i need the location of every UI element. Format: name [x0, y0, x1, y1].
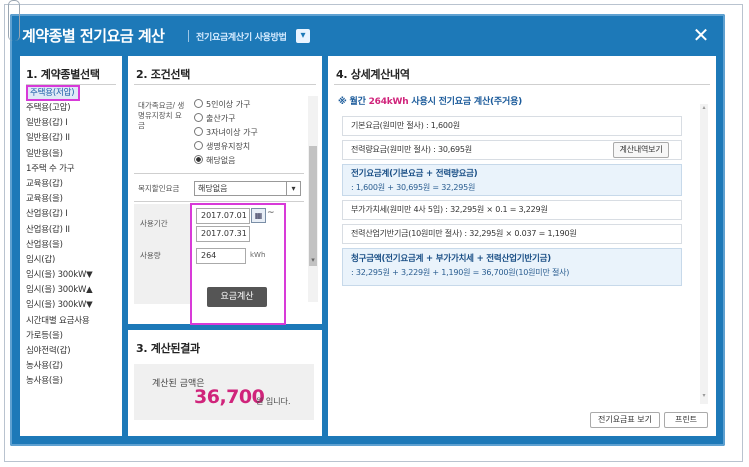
result-suffix: 원 입니다.	[256, 397, 291, 406]
radio-selected-icon	[194, 155, 203, 164]
title-bar: 계약종별 전기요금 계산 전기요금계산기 사용방법 ▾ ✕	[10, 14, 725, 56]
radio-icon	[194, 127, 203, 136]
contract-item[interactable]: 산업용(갑) I	[26, 207, 92, 222]
contract-item[interactable]: 교육용(을)	[26, 192, 92, 207]
divider	[334, 84, 710, 85]
contract-item[interactable]: 일반용(을)	[26, 147, 92, 162]
contract-item[interactable]: 주택용(저압)	[26, 85, 80, 101]
contract-item[interactable]: 일반용(갑) II	[26, 131, 92, 146]
period-label: 사용기간	[140, 219, 168, 228]
subtotal-row: 전기요금계(기본요금 + 전력량요금) : 1,600원 + 30,695원 =…	[342, 164, 682, 196]
calculator-window: 계약종별 전기요금 계산 전기요금계산기 사용방법 ▾ ✕ 1. 계약종별선택 …	[10, 14, 725, 446]
detail-panel: 4. 상세계산내역 ※ 월간 264kWh 사용시 전기요금 계산(주거용) 기…	[328, 56, 716, 436]
radio-3-children[interactable]: 3자녀이상 가구	[194, 127, 258, 138]
bill-value: : 32,295원 + 3,229원 + 1,190원 = 36,700원(10…	[351, 268, 570, 277]
summary-rest: 사용시 전기요금 계산(주거용)	[408, 97, 523, 107]
help-link[interactable]: 전기요금계산기 사용방법	[196, 30, 287, 43]
fund-row: 전력산업기반기금(10원미만 절사) : 32,295원 × 0.037 = 1…	[342, 224, 682, 244]
detail-scrollbar[interactable]	[700, 104, 708, 404]
energy-fee-row: 전력량요금(원미만 절사) : 30,695원 계산내역보기	[342, 140, 682, 160]
welfare-label: 복지할인요금	[138, 184, 180, 193]
contract-item[interactable]: 임시(을) 300kW▼	[26, 268, 93, 283]
scroll-up-icon[interactable]: ▴	[700, 104, 708, 111]
radio-birth[interactable]: 출산가구	[194, 113, 235, 124]
view-calc-button[interactable]: 계산내역보기	[613, 142, 669, 158]
bill-row: 청구금액(전기요금계 + 부가가치세 + 전력산업기반기금) : 32,295원…	[342, 248, 682, 286]
radio-icon	[194, 113, 203, 122]
basic-fee-text: 기본요금(원미만 절사) : 1,600원	[351, 121, 460, 130]
radio-label: 생명유지장치	[206, 142, 251, 151]
contract-item[interactable]: 농사용(갑)	[26, 359, 92, 374]
contract-item[interactable]: 산업용(갑) II	[26, 223, 92, 238]
summary-prefix: ※ 월간	[338, 97, 369, 107]
contract-item[interactable]: 임시(갑)	[26, 253, 92, 268]
print-button[interactable]: 프린트	[664, 412, 708, 428]
radio-life-support[interactable]: 생명유지장치	[194, 141, 250, 152]
chevron-down-icon[interactable]: ▾	[296, 29, 310, 43]
summary-kwh: 264kWh	[368, 97, 409, 107]
divider	[134, 84, 316, 85]
contract-item[interactable]: 심야전력(갑)	[26, 344, 92, 359]
contract-item[interactable]: 임시(을) 300kW▲	[26, 283, 93, 298]
contract-panel: 1. 계약종별선택 주택용(저압) 주택용(고압) 일반용(갑) I 일반용(갑…	[20, 56, 122, 436]
radio-label: 3자녀이상 가구	[206, 128, 258, 137]
window-title: 계약종별 전기요금 계산	[22, 27, 165, 45]
result-panel: 3. 계산된결과 계산된 금액은 36,700 원 입니다.	[128, 330, 322, 436]
title-separator	[188, 30, 189, 42]
detail-heading: 4. 상세계산내역	[336, 68, 410, 81]
contract-item[interactable]: 교육용(갑)	[26, 177, 92, 192]
input-highlight-box	[190, 203, 286, 325]
result-amount: 36,700	[194, 386, 265, 408]
result-heading: 3. 계산된결과	[136, 342, 200, 355]
contract-item[interactable]: 농사용(을)	[26, 374, 92, 389]
discount-label: 대가족요금/ 생명유지장치 요금	[138, 101, 185, 130]
conditions-panel: 2. 조건선택 대가족요금/ 생명유지장치 요금 5인이상 가구 출산가구 3자…	[128, 56, 322, 325]
contract-item[interactable]: 시간대별 요금사용	[26, 314, 92, 329]
contract-item[interactable]: 가로등(을)	[26, 329, 92, 344]
close-icon[interactable]: ✕	[689, 24, 713, 48]
detail-summary: ※ 월간 264kWh 사용시 전기요금 계산(주거용)	[338, 94, 522, 107]
vat-text: 부가가치세(원미만 4사 5입) : 32,295원 × 0.1 = 3,229…	[351, 205, 548, 214]
radio-icon	[194, 99, 203, 108]
bill-title: 청구금액(전기요금계 + 부가가치세 + 전력산업기반기금)	[351, 254, 551, 264]
usage-label: 사용량	[140, 251, 161, 260]
divider	[134, 173, 304, 174]
conditions-heading: 2. 조건선택	[136, 68, 191, 81]
radio-none[interactable]: 해당없음	[194, 155, 235, 166]
contract-item[interactable]: 산업용(을)	[26, 238, 92, 253]
vat-row: 부가가치세(원미만 4사 5입) : 32,295원 × 0.1 = 3,229…	[342, 200, 682, 220]
subtotal-value: : 1,600원 + 30,695원 = 32,295원	[351, 183, 476, 192]
contract-item[interactable]: 일반용(갑) I	[26, 116, 92, 131]
contract-item[interactable]: 임시(을) 300kW▼	[26, 298, 93, 313]
scroll-down-icon[interactable]: ▾	[308, 256, 318, 264]
basic-fee-row: 기본요금(원미만 절사) : 1,600원	[342, 116, 682, 136]
radio-icon	[194, 141, 203, 150]
welfare-select[interactable]: 해당없음 ▾	[194, 181, 301, 196]
fund-text: 전력산업기반기금(10원미만 절사) : 32,295원 × 0.037 = 1…	[351, 229, 577, 238]
radio-label: 해당없음	[206, 156, 236, 165]
radio-5-person[interactable]: 5인이상 가구	[194, 99, 250, 110]
divider	[134, 201, 304, 202]
scrollbar-thumb[interactable]	[309, 146, 317, 266]
chevron-down-icon: ▾	[286, 182, 300, 195]
radio-label: 출산가구	[206, 114, 236, 123]
welfare-value: 해당없음	[198, 184, 228, 193]
radio-label: 5인이상 가구	[206, 100, 251, 109]
contract-item[interactable]: 주택용(고압)	[26, 101, 92, 116]
rate-table-button[interactable]: 전기요금표 보기	[590, 412, 660, 428]
subtotal-title: 전기요금계(기본요금 + 전력량요금)	[351, 169, 478, 179]
contract-item[interactable]: 1주택 수 가구	[26, 162, 92, 177]
scroll-down-icon[interactable]: ▾	[700, 392, 708, 399]
clip-icon	[8, 0, 20, 41]
contract-heading: 1. 계약종별선택	[26, 68, 100, 81]
contract-list: 주택용(저압) 주택용(고압) 일반용(갑) I 일반용(갑) II 일반용(을…	[26, 85, 93, 390]
